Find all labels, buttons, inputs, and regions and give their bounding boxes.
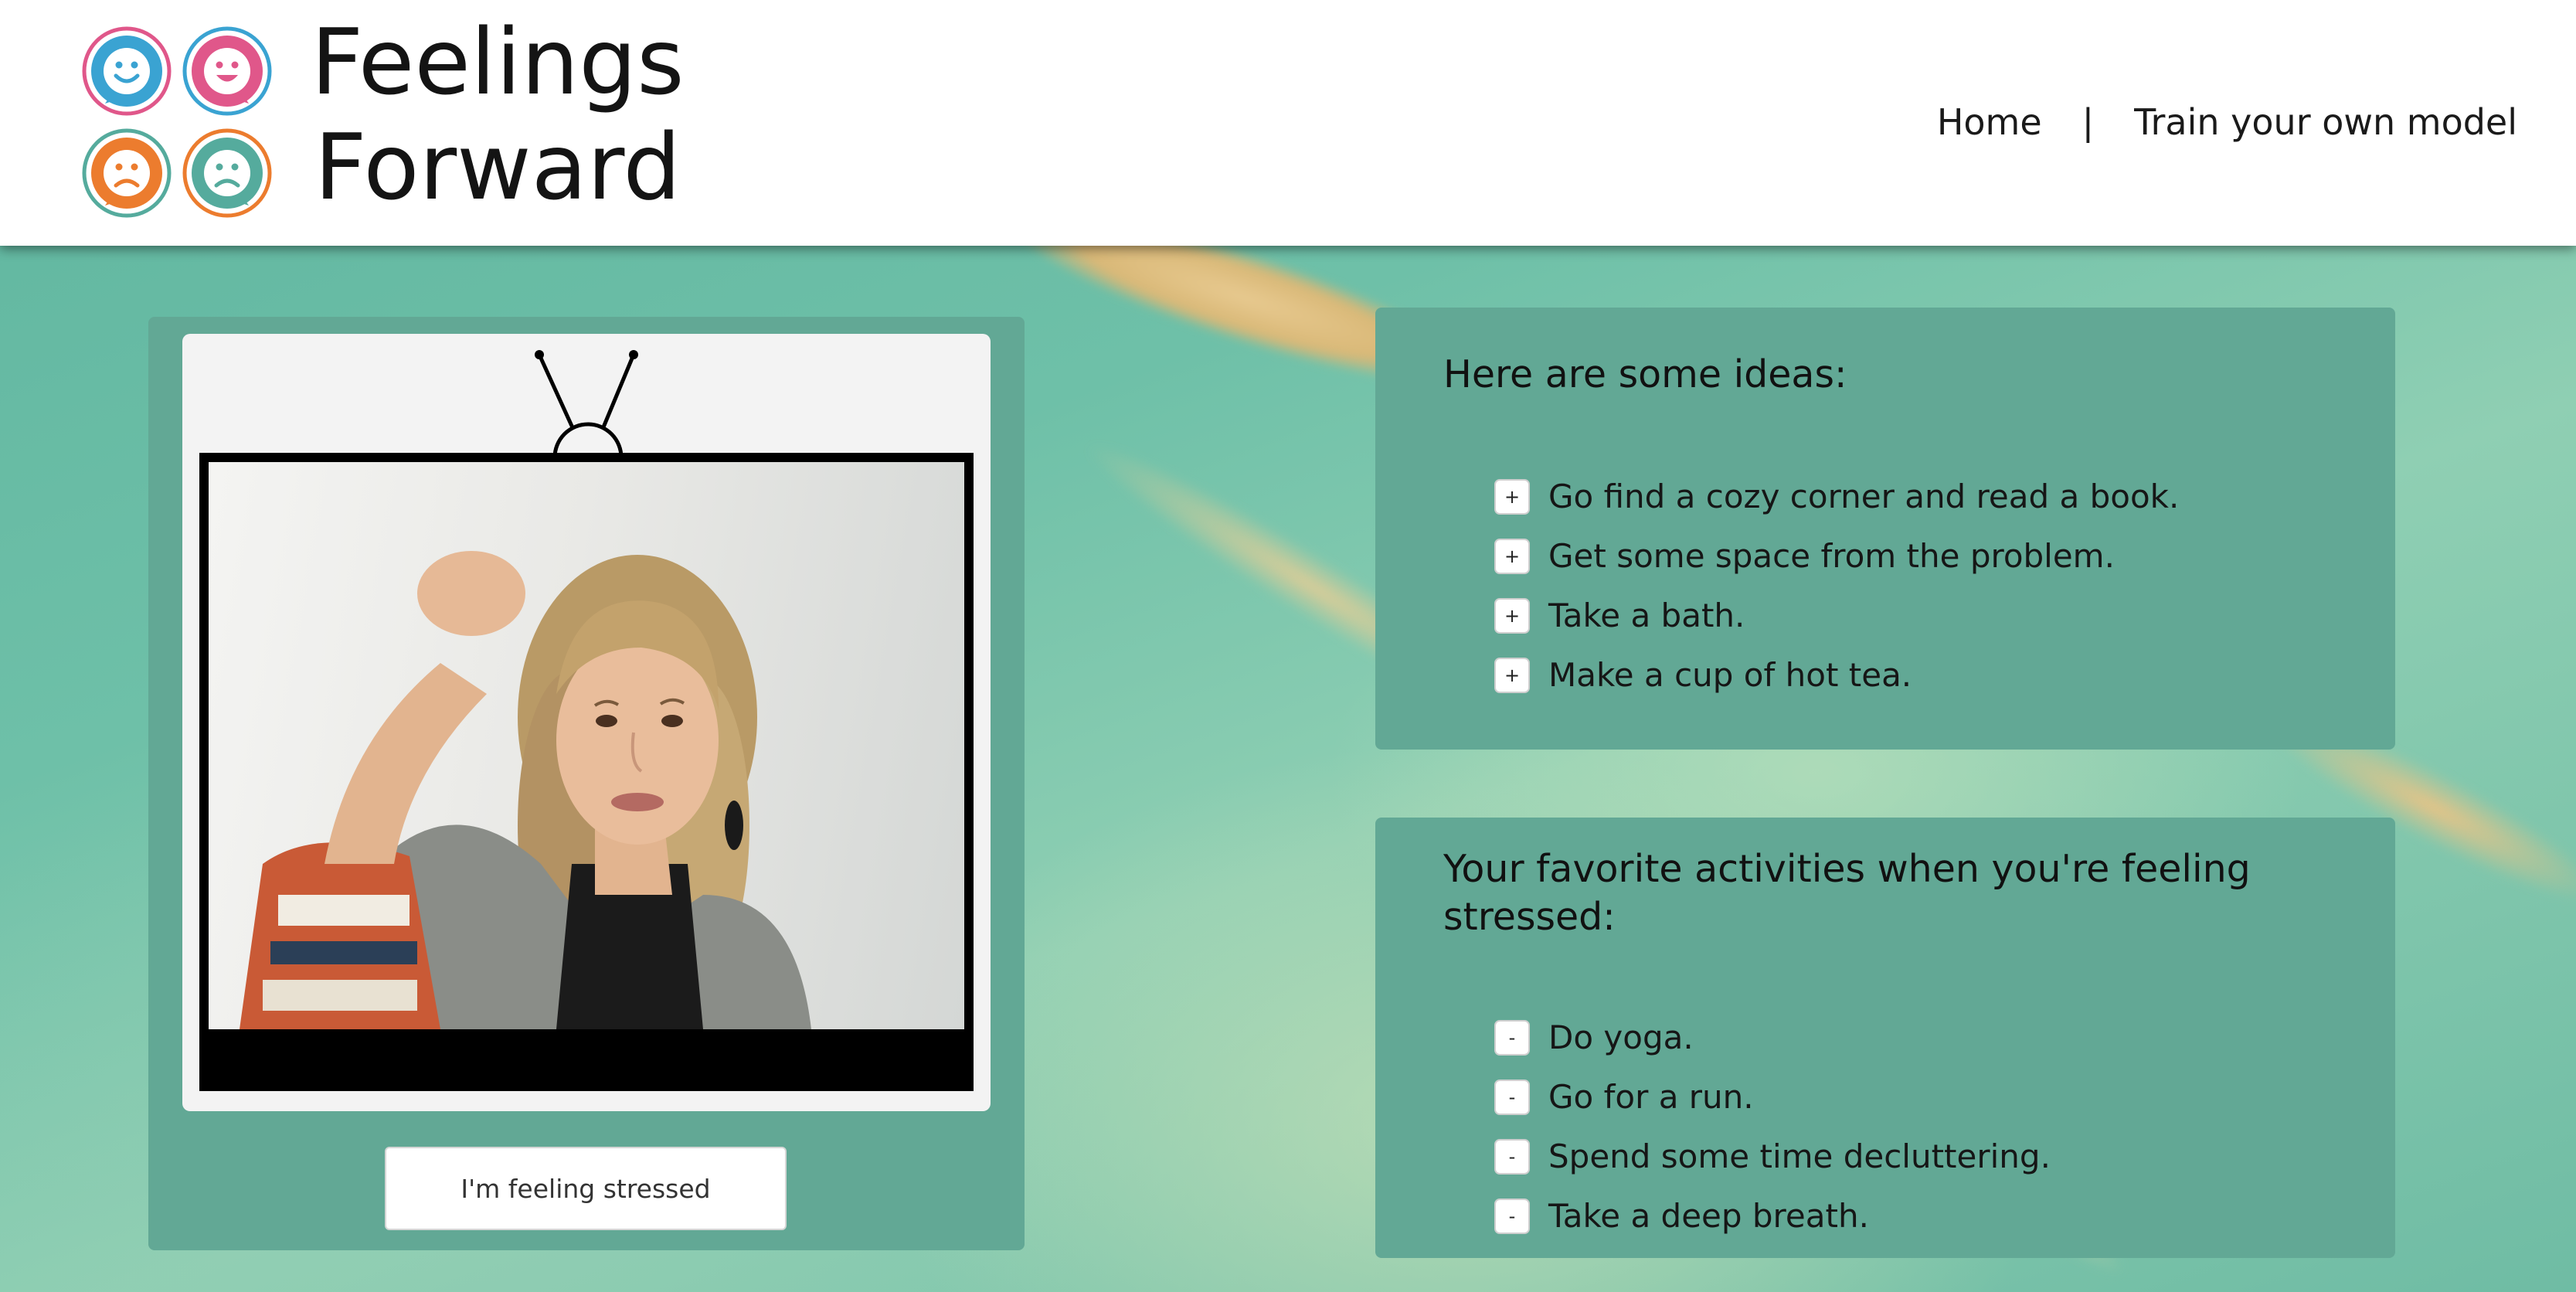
list-item: - Do yoga. <box>1494 1008 2051 1067</box>
sad-face-icon <box>82 128 172 218</box>
tv-frame <box>182 334 991 1111</box>
ideas-title: Here are some ideas: <box>1443 352 1847 396</box>
tv-antenna-icon <box>535 350 638 458</box>
ideas-list: + Go find a cozy corner and read a book.… <box>1494 467 2179 705</box>
site-title: Feelings Forward <box>297 9 698 219</box>
idea-text: Go find a cozy corner and read a book. <box>1548 478 2180 515</box>
list-item: + Take a bath. <box>1494 586 2179 645</box>
site-title-line2: Forward <box>314 114 681 220</box>
webcam-video <box>209 462 964 1029</box>
remove-activity-button[interactable]: - <box>1494 1138 1530 1175</box>
favorites-list: - Do yoga. - Go for a run. - Spend some … <box>1494 1008 2051 1246</box>
main-nav: Home | Train your own model <box>1937 94 2517 150</box>
list-item: - Go for a run. <box>1494 1067 2051 1127</box>
add-activity-button[interactable]: + <box>1494 657 1530 693</box>
tv-screen <box>199 453 974 1091</box>
favorite-text: Go for a run. <box>1548 1078 1754 1116</box>
favorite-text: Do yoga. <box>1548 1018 1694 1056</box>
list-item: - Spend some time decluttering. <box>1494 1127 2051 1186</box>
nav-train-model-link[interactable]: Train your own model <box>2134 101 2517 143</box>
nav-separator: | <box>2082 101 2095 143</box>
idea-text: Take a bath. <box>1548 597 1745 634</box>
list-item: + Go find a cozy corner and read a book. <box>1494 467 2179 526</box>
add-activity-button[interactable]: + <box>1494 478 1530 515</box>
logo-icons <box>82 26 280 224</box>
idea-text: Make a cup of hot tea. <box>1548 656 1912 694</box>
ideas-card: Here are some ideas: + Go find a cozy co… <box>1375 308 2395 750</box>
list-item: - Take a deep breath. <box>1494 1186 2051 1246</box>
list-item: + Get some space from the problem. <box>1494 526 2179 586</box>
camera-panel: I'm feeling stressed <box>148 317 1025 1250</box>
favorite-text: Spend some time decluttering. <box>1548 1137 2051 1175</box>
add-activity-button[interactable]: + <box>1494 538 1530 574</box>
site-title-line1: Feelings <box>311 8 685 115</box>
remove-activity-button[interactable]: - <box>1494 1198 1530 1234</box>
list-item: + Make a cup of hot tea. <box>1494 645 2179 705</box>
sad-face-icon <box>182 128 272 218</box>
remove-activity-button[interactable]: - <box>1494 1019 1530 1056</box>
happy-face-icon <box>82 26 172 116</box>
idea-text: Get some space from the problem. <box>1548 537 2115 575</box>
favorites-card: Your favorite activities when you're fee… <box>1375 818 2395 1258</box>
happy-face-icon <box>182 26 272 116</box>
nav-home-link[interactable]: Home <box>1937 101 2042 143</box>
feeling-stressed-button[interactable]: I'm feeling stressed <box>385 1147 787 1230</box>
remove-activity-button[interactable]: - <box>1494 1079 1530 1115</box>
favorites-title: Your favorite activities when you're fee… <box>1443 847 2251 939</box>
add-activity-button[interactable]: + <box>1494 597 1530 634</box>
site-header: Feelings Forward Home | Train your own m… <box>0 0 2576 246</box>
favorite-text: Take a deep breath. <box>1548 1197 1869 1235</box>
